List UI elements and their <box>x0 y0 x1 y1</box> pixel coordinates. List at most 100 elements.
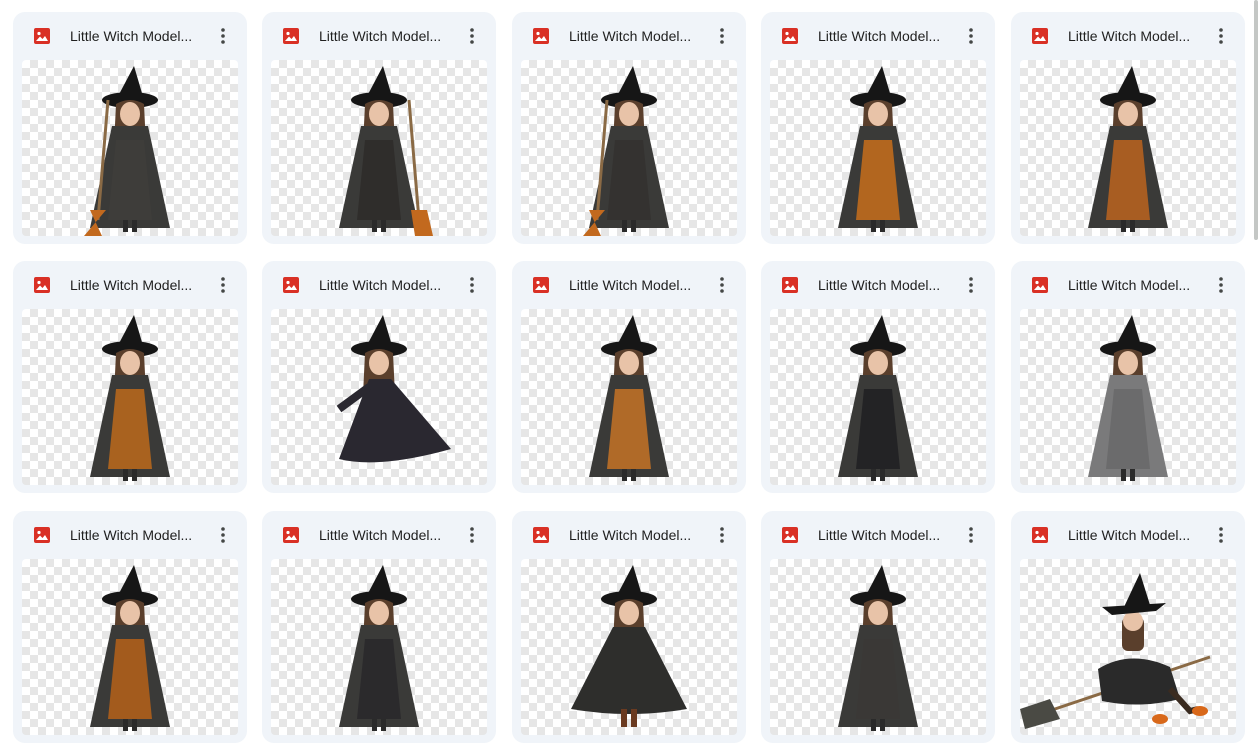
more-vert-icon <box>221 28 225 44</box>
file-thumbnail[interactable] <box>770 60 986 236</box>
file-card[interactable]: Little Witch Model... <box>1011 261 1245 493</box>
file-thumbnail[interactable] <box>22 60 238 236</box>
file-thumbnail[interactable] <box>770 309 986 485</box>
scrollbar[interactable] <box>1254 0 1258 240</box>
file-thumbnail[interactable] <box>1020 60 1236 236</box>
more-vert-icon <box>969 527 973 543</box>
file-name: Little Witch Model... <box>569 527 692 543</box>
image-file-icon <box>283 28 299 44</box>
file-card-header: Little Witch Model... <box>13 261 247 309</box>
image-file-icon <box>533 28 549 44</box>
file-name: Little Witch Model... <box>818 527 941 543</box>
image-file-icon <box>34 527 50 543</box>
more-vert-icon <box>221 527 225 543</box>
more-actions-button[interactable] <box>959 24 983 48</box>
file-card[interactable]: Little Witch Model... <box>262 12 496 244</box>
file-name: Little Witch Model... <box>319 28 442 44</box>
file-card[interactable]: Little Witch Model... <box>1011 511 1245 743</box>
file-card[interactable]: Little Witch Model... <box>761 511 995 743</box>
more-vert-icon <box>720 277 724 293</box>
file-card[interactable]: Little Witch Model... <box>512 261 746 493</box>
image-file-icon <box>533 527 549 543</box>
more-actions-button[interactable] <box>959 273 983 297</box>
file-card-header: Little Witch Model... <box>262 12 496 60</box>
more-actions-button[interactable] <box>460 523 484 547</box>
more-actions-button[interactable] <box>1209 523 1233 547</box>
file-name: Little Witch Model... <box>569 277 692 293</box>
image-file-icon <box>1032 527 1048 543</box>
file-thumbnail[interactable] <box>770 559 986 735</box>
more-vert-icon <box>969 28 973 44</box>
file-name: Little Witch Model... <box>569 28 692 44</box>
file-card-header: Little Witch Model... <box>13 511 247 559</box>
file-card-header: Little Witch Model... <box>512 511 746 559</box>
file-name: Little Witch Model... <box>70 277 193 293</box>
more-vert-icon <box>1219 28 1223 44</box>
file-thumbnail[interactable] <box>22 559 238 735</box>
image-file-icon <box>283 527 299 543</box>
file-name: Little Witch Model... <box>1068 28 1191 44</box>
file-card-header: Little Witch Model... <box>1011 511 1245 559</box>
file-card-header: Little Witch Model... <box>262 511 496 559</box>
image-file-icon <box>782 277 798 293</box>
more-actions-button[interactable] <box>211 523 235 547</box>
file-card-header: Little Witch Model... <box>761 261 995 309</box>
file-thumbnail[interactable] <box>521 309 737 485</box>
image-file-icon <box>782 28 798 44</box>
more-actions-button[interactable] <box>710 273 734 297</box>
more-actions-button[interactable] <box>1209 273 1233 297</box>
more-vert-icon <box>470 28 474 44</box>
file-name: Little Witch Model... <box>70 527 193 543</box>
file-thumbnail[interactable] <box>521 60 737 236</box>
file-name: Little Witch Model... <box>319 277 442 293</box>
image-file-icon <box>34 28 50 44</box>
more-vert-icon <box>720 527 724 543</box>
image-file-icon <box>283 277 299 293</box>
more-actions-button[interactable] <box>211 273 235 297</box>
file-grid: Little Witch Model... Little Witch Model.… <box>0 0 1258 751</box>
more-vert-icon <box>1219 277 1223 293</box>
file-thumbnail[interactable] <box>1020 559 1236 735</box>
file-card[interactable]: Little Witch Model... <box>761 12 995 244</box>
more-actions-button[interactable] <box>460 273 484 297</box>
file-thumbnail[interactable] <box>271 60 487 236</box>
more-actions-button[interactable] <box>959 523 983 547</box>
file-card-header: Little Witch Model... <box>512 261 746 309</box>
file-card[interactable]: Little Witch Model... <box>1011 12 1245 244</box>
file-thumbnail[interactable] <box>271 309 487 485</box>
more-actions-button[interactable] <box>710 24 734 48</box>
file-thumbnail[interactable] <box>521 559 737 735</box>
file-name: Little Witch Model... <box>70 28 193 44</box>
file-name: Little Witch Model... <box>1068 277 1191 293</box>
more-vert-icon <box>470 527 474 543</box>
image-file-icon <box>782 527 798 543</box>
image-file-icon <box>1032 277 1048 293</box>
file-card-header: Little Witch Model... <box>1011 261 1245 309</box>
file-thumbnail[interactable] <box>22 309 238 485</box>
file-card[interactable]: Little Witch Model... <box>13 12 247 244</box>
file-card[interactable]: Little Witch Model... <box>262 511 496 743</box>
file-card[interactable]: Little Witch Model... <box>13 511 247 743</box>
image-file-icon <box>533 277 549 293</box>
more-actions-button[interactable] <box>710 523 734 547</box>
more-vert-icon <box>470 277 474 293</box>
file-card-header: Little Witch Model... <box>13 12 247 60</box>
file-card[interactable]: Little Witch Model... <box>512 511 746 743</box>
file-name: Little Witch Model... <box>1068 527 1191 543</box>
file-card[interactable]: Little Witch Model... <box>512 12 746 244</box>
file-name: Little Witch Model... <box>818 28 941 44</box>
more-actions-button[interactable] <box>211 24 235 48</box>
image-file-icon <box>34 277 50 293</box>
more-actions-button[interactable] <box>460 24 484 48</box>
file-thumbnail[interactable] <box>271 559 487 735</box>
file-card[interactable]: Little Witch Model... <box>262 261 496 493</box>
file-thumbnail[interactable] <box>1020 309 1236 485</box>
file-card-header: Little Witch Model... <box>262 261 496 309</box>
file-card-header: Little Witch Model... <box>1011 12 1245 60</box>
file-card[interactable]: Little Witch Model... <box>13 261 247 493</box>
file-card[interactable]: Little Witch Model... <box>761 261 995 493</box>
file-name: Little Witch Model... <box>319 527 442 543</box>
more-actions-button[interactable] <box>1209 24 1233 48</box>
file-card-header: Little Witch Model... <box>761 511 995 559</box>
more-vert-icon <box>969 277 973 293</box>
